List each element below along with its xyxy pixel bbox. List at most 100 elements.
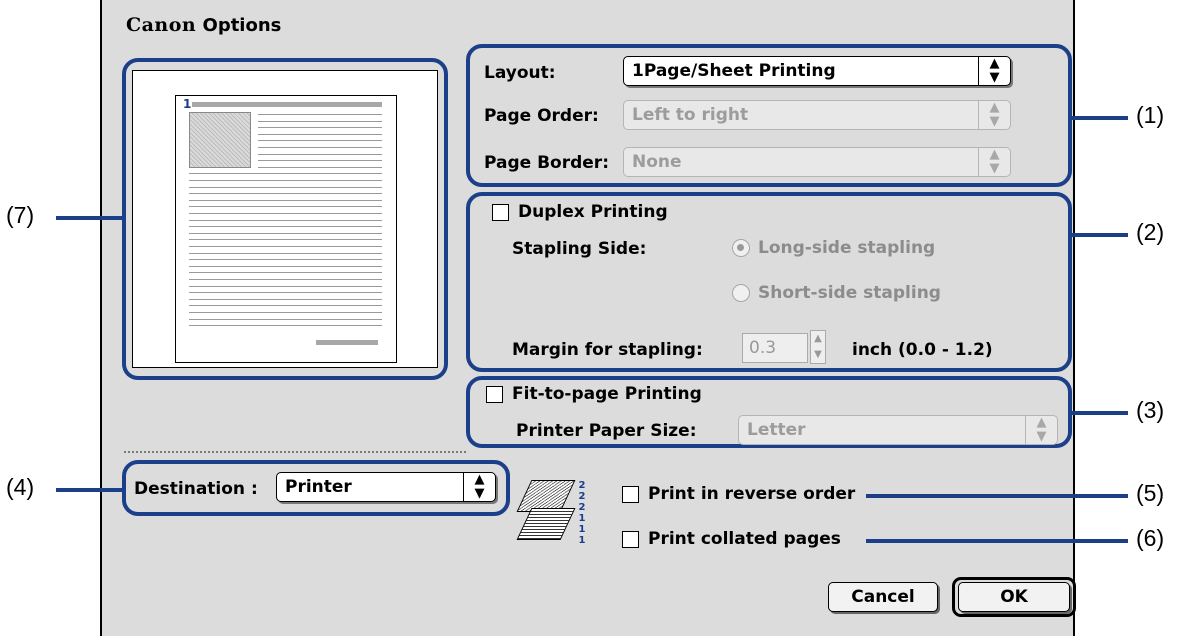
fit-to-page-checkbox[interactable] — [486, 386, 503, 403]
duplex-label: Duplex Printing — [518, 202, 668, 222]
callout-7: (7) — [6, 202, 35, 228]
popup-arrows-icon: ▲ ▼ — [978, 101, 1010, 129]
callout-2: (2) — [1136, 219, 1165, 245]
dialog-title: Canon Options — [126, 14, 281, 36]
callout-5: (5) — [1136, 480, 1165, 506]
preview-text-line — [258, 140, 382, 142]
short-side-radio[interactable] — [732, 284, 750, 302]
preview-page: 1 — [175, 95, 397, 363]
paper-size-select[interactable]: Letter ▲ ▼ — [738, 415, 1058, 445]
callout-4: (4) — [6, 474, 35, 500]
preview-text-line — [258, 166, 382, 168]
preview-text-line — [189, 305, 382, 307]
ok-button[interactable]: OK — [958, 582, 1070, 612]
preview-text-line — [189, 173, 382, 175]
callout-line-4 — [56, 488, 122, 492]
margin-stepper[interactable]: ▲ ▼ — [810, 330, 826, 364]
page-order-select-value: Left to right — [632, 105, 749, 125]
stack-number: 1 — [578, 524, 586, 535]
preview-text-line — [258, 133, 382, 135]
popup-arrows-icon: ▲ ▼ — [463, 473, 495, 501]
preview-text-line — [189, 318, 382, 320]
duplex-checkbox[interactable] — [492, 204, 509, 221]
preview-page-number: 1 — [183, 97, 192, 111]
layout-label: Layout: — [484, 63, 556, 83]
preview-text-line — [258, 127, 382, 129]
long-side-label: Long-side stapling — [758, 238, 936, 258]
separator — [124, 451, 466, 453]
page-order-label: Page Order: — [484, 106, 599, 126]
preview-text-line — [189, 206, 382, 208]
stack-number: 2 — [578, 502, 586, 513]
preview-text-line — [258, 114, 382, 115]
page-border-select-value: None — [632, 152, 682, 172]
preview-text-line — [258, 147, 382, 148]
preview-text-line — [189, 180, 382, 181]
page-stack-icon: 2 2 2 1 1 1 — [516, 478, 586, 548]
popup-arrows-icon: ▲ ▼ — [978, 148, 1010, 176]
layout-select-value: 1Page/Sheet Printing — [632, 61, 836, 81]
callout-6: (6) — [1136, 525, 1165, 551]
page-border-select[interactable]: None ▲ ▼ — [623, 147, 1011, 177]
popup-arrows-icon: ▲ ▼ — [1025, 416, 1057, 444]
preview-text-line — [189, 186, 382, 188]
cancel-button[interactable]: Cancel — [828, 582, 938, 612]
callout-3: (3) — [1136, 397, 1165, 423]
callout-line-2 — [1070, 233, 1128, 237]
preview-header-bar — [192, 102, 382, 107]
callout-line-1 — [1070, 116, 1128, 120]
paper-size-label: Printer Paper Size: — [516, 421, 697, 441]
reverse-order-label: Print in reverse order — [648, 484, 856, 504]
stack-number: 1 — [578, 535, 586, 546]
preview-text-line — [189, 193, 382, 195]
margin-unit: inch (0.0 - 1.2) — [852, 340, 993, 360]
collated-label: Print collated pages — [648, 529, 841, 549]
preview-text-line — [189, 312, 382, 313]
fit-to-page-label: Fit-to-page Printing — [512, 384, 702, 404]
canon-logo: Canon — [126, 14, 197, 36]
callout-line-6 — [866, 539, 1128, 543]
margin-input[interactable]: 0.3 — [742, 333, 808, 363]
stapling-side-label: Stapling Side: — [512, 239, 647, 259]
stack-numbers: 2 2 2 1 1 1 — [578, 480, 586, 546]
preview-text-line — [189, 246, 382, 247]
margin-label: Margin for stapling: — [512, 340, 703, 360]
destination-select-value: Printer — [285, 477, 352, 497]
preview-text-line — [189, 325, 382, 327]
preview-text-line — [258, 120, 382, 122]
stack-number: 2 — [578, 480, 586, 491]
preview-text-line — [189, 298, 382, 300]
preview-text-line — [189, 232, 382, 234]
preview-text-line — [189, 226, 382, 228]
preview-image-block — [189, 112, 251, 168]
preview-text-line — [189, 279, 382, 280]
callout-line-5 — [866, 494, 1128, 498]
reverse-order-checkbox[interactable] — [622, 486, 639, 503]
preview-text-line — [258, 153, 382, 155]
callout-1: (1) — [1136, 102, 1165, 128]
preview-text-line — [189, 219, 382, 221]
paper-size-select-value: Letter — [747, 420, 806, 440]
preview-text-line — [189, 285, 382, 287]
preview-text-line — [258, 160, 382, 162]
margin-input-value: 0.3 — [749, 338, 777, 358]
page-order-select[interactable]: Left to right ▲ ▼ — [623, 100, 1011, 130]
destination-label: Destination : — [134, 479, 258, 499]
preview-text-line — [189, 292, 382, 294]
stack-sheets-bottom — [516, 508, 576, 540]
destination-select[interactable]: Printer ▲ ▼ — [276, 472, 496, 502]
preview-text-line — [189, 199, 382, 201]
preview-footer-bar — [316, 340, 378, 345]
dialog-title-text: Options — [202, 15, 282, 36]
preview-text-line — [189, 239, 382, 241]
preview-text-line — [189, 252, 382, 254]
collated-checkbox[interactable] — [622, 531, 639, 548]
stack-number: 2 — [578, 491, 586, 502]
stack-number: 1 — [578, 513, 586, 524]
layout-select[interactable]: 1Page/Sheet Printing ▲ ▼ — [623, 56, 1011, 86]
preview-pane: 1 — [132, 70, 438, 368]
preview-text-line — [189, 213, 382, 214]
short-side-label: Short-side stapling — [758, 283, 941, 303]
page-border-label: Page Border: — [484, 153, 609, 173]
long-side-radio[interactable] — [732, 239, 750, 257]
